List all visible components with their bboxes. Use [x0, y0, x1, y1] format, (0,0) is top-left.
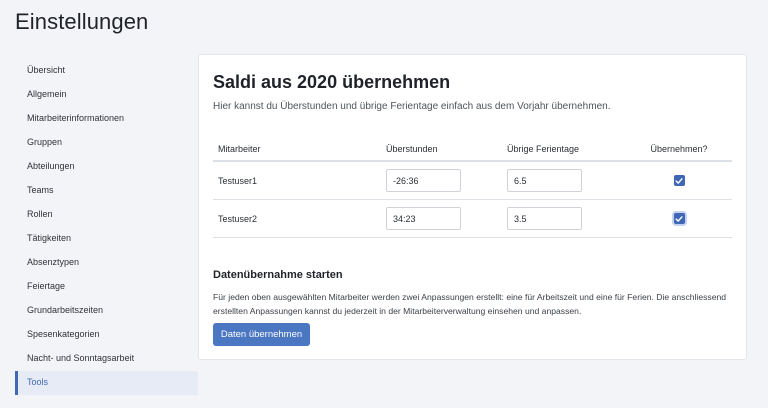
transfer-balances-card: Saldi aus 2020 übernehmen Hier kannst du…	[198, 54, 747, 360]
take-over-checkbox[interactable]	[673, 213, 685, 224]
vacation-days-input[interactable]	[507, 169, 582, 192]
sidebar-item-taetigkeiten[interactable]: Tätigkeiten	[15, 227, 198, 251]
employee-name: Testuser2	[218, 213, 258, 224]
vacation-days-input[interactable]	[507, 207, 582, 230]
sidebar-item-rollen[interactable]: Rollen	[15, 203, 198, 227]
table-header: Mitarbeiter Überstunden Übrige Ferientag…	[213, 137, 732, 162]
sidebar-item-gruppen[interactable]: Gruppen	[15, 131, 198, 155]
sidebar-item-spesenkategorien[interactable]: Spesenkategorien	[15, 323, 198, 347]
sidebar-item-teams[interactable]: Teams	[15, 179, 198, 203]
table-row: Testuser1	[213, 162, 732, 200]
column-header-overtime: Überstunden	[386, 143, 438, 154]
sidebar-item-absenztypen[interactable]: Absenztypen	[15, 251, 198, 275]
sidebar-item-uebersicht[interactable]: Übersicht	[15, 59, 198, 83]
balances-table: Mitarbeiter Überstunden Übrige Ferientag…	[213, 137, 732, 238]
page-title: Einstellungen	[15, 9, 149, 34]
vacation-cell	[507, 162, 582, 199]
employee-name: Testuser1	[218, 175, 258, 186]
overtime-input[interactable]	[386, 169, 461, 192]
column-header-take-over: Übernehmen?	[650, 143, 708, 154]
take-over-checkbox[interactable]	[673, 175, 685, 186]
sidebar-item-abteilungen[interactable]: Abteilungen	[15, 155, 198, 179]
checkmark-icon	[675, 215, 683, 222]
transfer-data-button[interactable]: Daten übernehmen	[213, 323, 310, 346]
column-header-employee: Mitarbeiter	[218, 143, 261, 154]
sidebar-item-nacht-sonntagsarbeit[interactable]: Nacht- und Sonntagsarbeit	[15, 347, 198, 371]
overtime-cell	[386, 162, 461, 199]
take-over-cell	[649, 162, 709, 199]
sidebar-item-tools[interactable]: Tools	[15, 371, 198, 395]
overtime-cell	[386, 200, 461, 237]
checkmark-icon	[675, 177, 683, 184]
sidebar-item-allgemein[interactable]: Allgemein	[15, 83, 198, 107]
table-row: Testuser2	[213, 200, 732, 238]
column-header-vacation: Übrige Ferientage	[507, 143, 580, 154]
overtime-input[interactable]	[386, 207, 461, 230]
settings-sidebar: Übersicht Allgemein Mitarbeiterinformati…	[15, 59, 198, 395]
transfer-description: Für jeden oben ausgewählten Mitarbeiter …	[213, 292, 727, 316]
sidebar-item-grundarbeitszeiten[interactable]: Grundarbeitszeiten	[15, 299, 198, 323]
sidebar-item-mitarbeiterinformationen[interactable]: Mitarbeiterinformationen	[15, 107, 198, 131]
sidebar-item-feiertage[interactable]: Feiertage	[15, 275, 198, 299]
transfer-section-title: Datenübernahme starten	[213, 269, 343, 281]
take-over-cell	[649, 200, 709, 237]
card-title: Saldi aus 2020 übernehmen	[213, 72, 451, 92]
vacation-cell	[507, 200, 582, 237]
card-subtitle: Hier kannst du Überstunden und übrige Fe…	[213, 101, 611, 112]
